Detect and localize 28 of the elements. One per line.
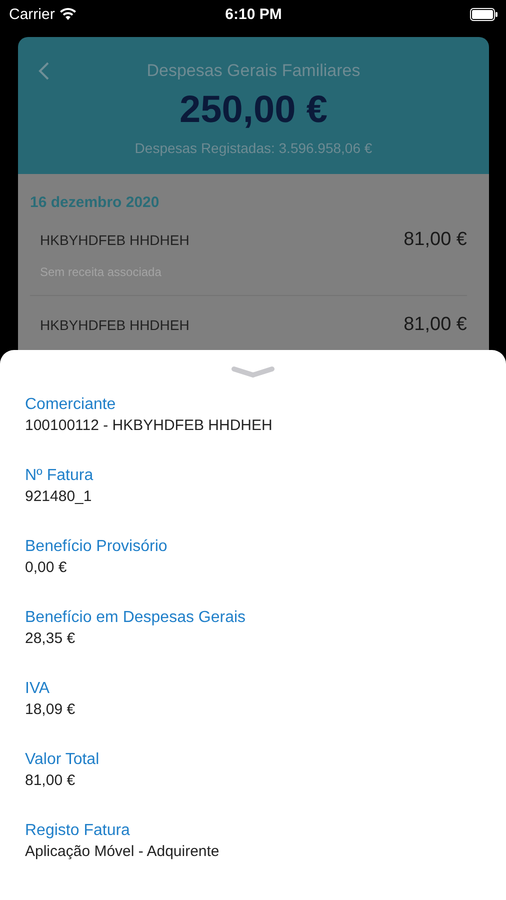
expense-amount: 81,00 € xyxy=(404,229,467,251)
field-label: Nº Fatura xyxy=(25,466,94,486)
status-time: 6:10 PM xyxy=(225,6,282,22)
header-title: Despesas Gerais Familiares xyxy=(146,61,360,80)
field-label: Benefício Provisório xyxy=(25,537,168,557)
carrier-text: Carrier xyxy=(9,6,55,22)
field-label: Benefício em Despesas Gerais xyxy=(25,608,247,628)
total-amount: 250,00 € xyxy=(178,89,328,132)
field-value: Aplicação Móvel - Adquirente xyxy=(25,842,220,862)
expense-amount: 81,00 € xyxy=(404,314,467,336)
field-label: Registo Fatura xyxy=(25,821,131,841)
wifi-icon xyxy=(60,8,76,20)
field-label: Comerciante xyxy=(25,395,117,415)
field-value: 81,00 € xyxy=(25,771,76,791)
field-value: 0,00 € xyxy=(25,558,68,578)
field-value: 18,09 € xyxy=(25,700,76,720)
field-label: IVA xyxy=(25,679,51,699)
merchant-name[interactable]: HKBYHDFEB HHDHEH xyxy=(40,232,190,248)
field-value: 100100112 - HKBYHDFEB HHDHEH xyxy=(25,416,274,436)
field-value: 921480_1 xyxy=(25,487,93,507)
registered-expenses-text: Despesas Registadas: 3.596.958,06 € xyxy=(134,140,374,156)
battery-icon xyxy=(470,8,498,20)
back-icon[interactable] xyxy=(38,61,50,81)
chevron-down-icon[interactable] xyxy=(231,366,275,378)
field-value: 28,35 € xyxy=(25,629,76,649)
date-heading: 16 dezembro 2020 xyxy=(30,194,160,211)
field-label: Valor Total xyxy=(25,750,100,770)
merchant-name[interactable]: HKBYHDFEB HHDHEH xyxy=(40,317,190,333)
